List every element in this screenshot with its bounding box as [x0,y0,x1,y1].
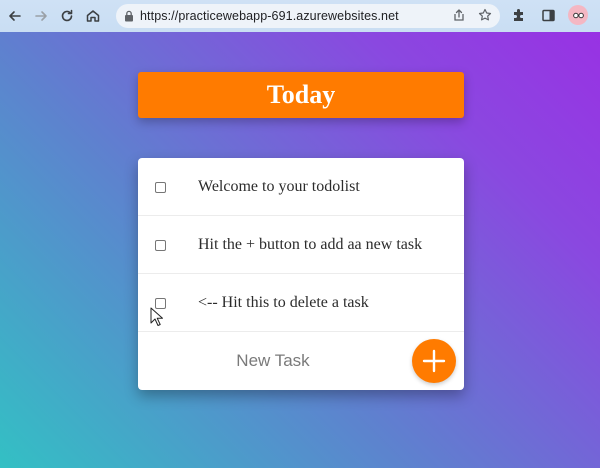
todo-list: Welcome to your todolist Hit the + butto… [138,158,464,390]
task-label: <-- Hit this to delete a task [198,294,369,311]
profile-avatar[interactable] [568,5,588,25]
extensions-icon [513,8,523,21]
side-panel-button[interactable] [538,5,558,25]
page-title: Today [266,80,336,109]
forward-arrow-icon [35,11,47,21]
reload-button[interactable] [56,5,78,27]
task-label: Welcome to your todolist [198,178,360,195]
star-icon[interactable] [478,8,492,22]
back-button[interactable] [4,5,26,27]
mouse-cursor-icon [150,307,163,326]
home-icon [86,10,100,22]
task-checkbox[interactable] [155,240,166,251]
plus-icon [422,349,446,373]
extensions-button[interactable] [508,5,528,25]
new-task-row [138,332,464,390]
side-panel-icon [541,9,555,21]
list-item: Welcome to your todolist [138,158,464,216]
back-arrow-icon [9,11,21,21]
glasses-icon [572,12,584,18]
app-header: Today [138,72,464,118]
url-text: https://practicewebapp-691.azurewebsites… [140,9,399,23]
task-checkbox[interactable] [155,182,166,193]
new-task-input[interactable] [138,332,408,390]
browser-toolbar: https://practicewebapp-691.azurewebsites… [0,0,600,32]
share-icon[interactable] [452,8,466,22]
add-task-button[interactable] [412,339,456,383]
list-item: Hit the + button to add aa new task [138,216,464,274]
task-label: Hit the + button to add aa new task [198,236,423,253]
lock-icon [125,10,133,22]
forward-button[interactable] [30,5,52,27]
reload-icon [61,9,73,22]
address-bar[interactable]: https://practicewebapp-691.azurewebsites… [116,4,500,28]
list-item: <-- Hit this to delete a task [138,274,464,332]
home-button[interactable] [82,5,104,27]
